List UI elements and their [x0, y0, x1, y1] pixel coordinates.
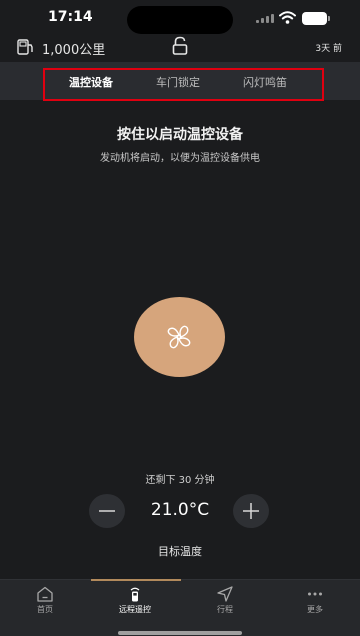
nav-more-label: 更多 — [307, 605, 323, 614]
home-icon — [37, 586, 53, 602]
status-time: 17:14 — [48, 9, 93, 25]
nav-home[interactable]: 首页 — [0, 580, 90, 636]
nav-home-label: 首页 — [37, 605, 53, 614]
wifi-icon — [279, 11, 296, 24]
fuel-pump-icon — [17, 39, 33, 55]
mileage-value: 1,000公里 — [42, 43, 106, 58]
nav-more[interactable]: 更多 — [270, 580, 360, 636]
nav-remote-label: 远程遥控 — [119, 605, 151, 614]
home-indicator — [118, 631, 242, 635]
tabs-highlight-box — [43, 68, 324, 101]
climate-start-button[interactable] — [134, 297, 225, 377]
dynamic-island — [127, 6, 233, 34]
page-title: 按住以启动温控设备 — [117, 127, 243, 143]
plus-icon — [243, 503, 259, 519]
page-subtitle: 发动机将启动，以便为温控设备供电 — [100, 153, 260, 164]
temperature-value: 21.0°C — [150, 500, 210, 520]
cellular-signal-icon — [256, 14, 274, 23]
battery-icon — [302, 12, 330, 25]
target-temperature-label: 目标温度 — [158, 545, 202, 558]
increase-temp-button[interactable] — [233, 494, 269, 528]
temperature-control: 21.0°C — [0, 494, 360, 528]
nav-remote[interactable]: 远程遥控 — [90, 580, 180, 636]
unlock-icon[interactable] — [171, 36, 189, 56]
bottom-nav: 首页 远程遥控 行程 更多 — [0, 579, 360, 636]
nav-trips-label: 行程 — [217, 605, 233, 614]
remaining-time: 还剩下 30 分钟 — [145, 475, 215, 486]
vehicle-info-row: 1,000公里 3天 前 — [0, 36, 360, 62]
navigation-icon — [217, 586, 233, 602]
last-update-label: 3天 前 — [315, 44, 342, 54]
remote-icon — [130, 587, 140, 602]
fan-icon — [167, 325, 191, 349]
nav-trips[interactable]: 行程 — [180, 580, 270, 636]
more-icon — [308, 592, 322, 596]
status-bar: 17:14 — [0, 0, 360, 36]
